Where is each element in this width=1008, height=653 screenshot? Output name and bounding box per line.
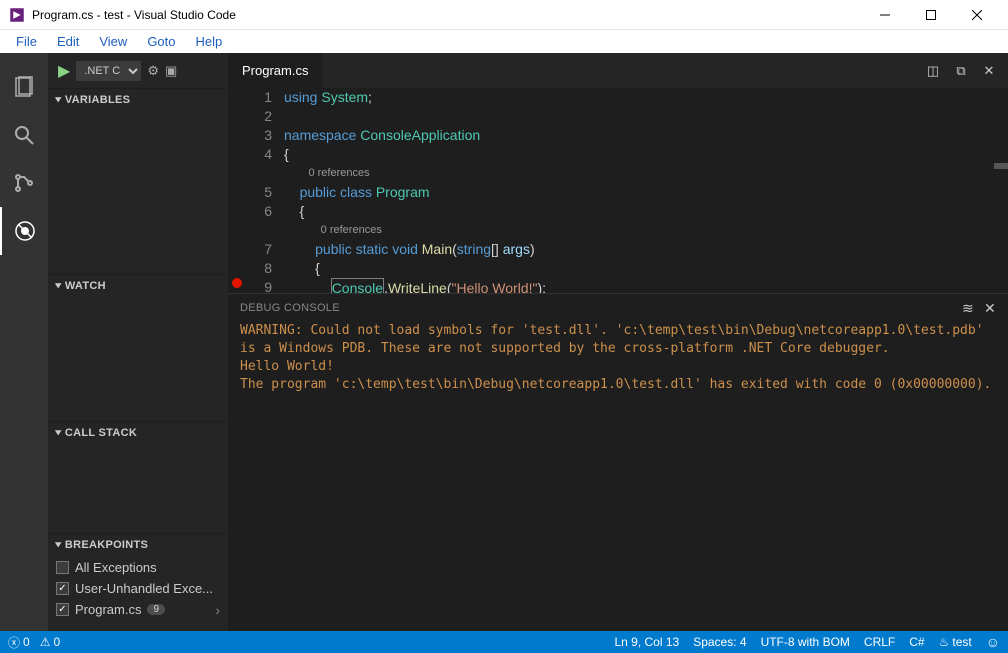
status-language[interactable]: C# bbox=[909, 635, 924, 649]
clear-console-icon[interactable]: ≋ bbox=[962, 300, 974, 317]
section-watch[interactable]: WATCH bbox=[48, 274, 228, 296]
status-bar: ⓧ 0 ⚠ 0 Ln 9, Col 13 Spaces: 4 UTF-8 wit… bbox=[0, 631, 1008, 653]
breakpoint-gutter[interactable] bbox=[228, 88, 246, 293]
breakpoint-dot-icon[interactable] bbox=[232, 278, 242, 288]
callstack-body bbox=[48, 443, 228, 533]
status-launch[interactable]: ♨ test bbox=[939, 635, 972, 649]
checkbox-icon[interactable] bbox=[56, 582, 69, 595]
menubar: File Edit View Goto Help bbox=[0, 30, 1008, 53]
status-spaces[interactable]: Spaces: 4 bbox=[693, 635, 746, 649]
panel-title: DEBUG CONSOLE bbox=[240, 302, 962, 314]
explorer-icon[interactable] bbox=[0, 63, 48, 111]
diff-icon[interactable]: ⧉ bbox=[950, 60, 972, 82]
breakpoint-label: All Exceptions bbox=[75, 560, 157, 575]
code-content[interactable]: using System; namespace ConsoleApplicati… bbox=[284, 88, 1008, 293]
search-icon[interactable] bbox=[0, 111, 48, 159]
editor-tabbar: Program.cs ◫ ⧉ ✕ bbox=[228, 53, 1008, 88]
feedback-icon[interactable]: ☺ bbox=[986, 634, 1000, 650]
breakpoint-label: User-Unhandled Exce... bbox=[75, 581, 213, 596]
editor-tab[interactable]: Program.cs bbox=[228, 53, 322, 88]
breakpoint-item[interactable]: Program.cs 9 › bbox=[48, 599, 228, 620]
menu-edit[interactable]: Edit bbox=[47, 32, 89, 51]
console-icon[interactable]: ▣ bbox=[165, 63, 177, 79]
status-cursor[interactable]: Ln 9, Col 13 bbox=[614, 635, 679, 649]
flame-icon: ♨ bbox=[939, 635, 950, 649]
checkbox-icon[interactable] bbox=[56, 561, 69, 574]
status-errors[interactable]: ⓧ 0 bbox=[8, 634, 30, 651]
section-variables[interactable]: VARIABLES bbox=[48, 88, 228, 110]
checkbox-icon[interactable] bbox=[56, 603, 69, 616]
debug-sidebar: ▶ .NET C ⚙ ▣ VARIABLES WATCH CALL STACK … bbox=[48, 53, 228, 631]
maximize-button[interactable] bbox=[908, 0, 954, 30]
breakpoint-item[interactable]: All Exceptions bbox=[48, 557, 228, 578]
breakpoint-line-badge: 9 bbox=[147, 604, 165, 615]
breakpoint-item[interactable]: User-Unhandled Exce... bbox=[48, 578, 228, 599]
close-panel-icon[interactable]: ✕ bbox=[984, 300, 996, 317]
breakpoints-body: All Exceptions User-Unhandled Exce... Pr… bbox=[48, 555, 228, 622]
gear-icon[interactable]: ⚙ bbox=[147, 63, 159, 79]
debug-console-panel: DEBUG CONSOLE ≋ ✕ WARNING: Could not loa… bbox=[228, 293, 1008, 631]
close-tab-icon[interactable]: ✕ bbox=[978, 60, 1000, 82]
watch-body bbox=[48, 296, 228, 421]
status-warnings[interactable]: ⚠ 0 bbox=[40, 635, 60, 649]
debug-icon[interactable] bbox=[0, 207, 48, 255]
console-output[interactable]: WARNING: Could not load symbols for 'tes… bbox=[228, 322, 1008, 631]
vscode-icon bbox=[8, 6, 26, 24]
codelens[interactable]: 0 references bbox=[284, 221, 1008, 240]
code-editor[interactable]: 1 2 3 4 5 6 7 8 9 using System; namespac… bbox=[228, 88, 1008, 293]
minimize-button[interactable] bbox=[862, 0, 908, 30]
codelens[interactable]: 0 references bbox=[284, 164, 1008, 183]
line-numbers: 1 2 3 4 5 6 7 8 9 bbox=[246, 88, 284, 293]
titlebar: Program.cs - test - Visual Studio Code bbox=[0, 0, 1008, 30]
debug-config-select[interactable]: .NET C bbox=[76, 61, 141, 81]
variables-body bbox=[48, 110, 228, 274]
menu-help[interactable]: Help bbox=[186, 32, 233, 51]
close-button[interactable] bbox=[954, 0, 1000, 30]
error-icon: ⓧ bbox=[8, 634, 20, 651]
activity-bar bbox=[0, 53, 48, 631]
menu-file[interactable]: File bbox=[6, 32, 47, 51]
debug-toolbar: ▶ .NET C ⚙ ▣ bbox=[48, 53, 228, 88]
status-eol[interactable]: CRLF bbox=[864, 635, 895, 649]
section-breakpoints[interactable]: BREAKPOINTS bbox=[48, 533, 228, 555]
split-editor-icon[interactable]: ◫ bbox=[922, 60, 944, 82]
menu-view[interactable]: View bbox=[89, 32, 137, 51]
breakpoint-label: Program.cs bbox=[75, 602, 141, 617]
menu-goto[interactable]: Goto bbox=[137, 32, 185, 51]
warning-icon: ⚠ bbox=[40, 635, 51, 649]
overview-ruler[interactable] bbox=[994, 88, 1008, 293]
git-icon[interactable] bbox=[0, 159, 48, 207]
start-debug-button[interactable]: ▶ bbox=[58, 61, 70, 81]
chevron-right-icon[interactable]: › bbox=[215, 602, 220, 618]
status-encoding[interactable]: UTF-8 with BOM bbox=[761, 635, 850, 649]
section-callstack[interactable]: CALL STACK bbox=[48, 421, 228, 443]
window-title: Program.cs - test - Visual Studio Code bbox=[32, 8, 862, 22]
